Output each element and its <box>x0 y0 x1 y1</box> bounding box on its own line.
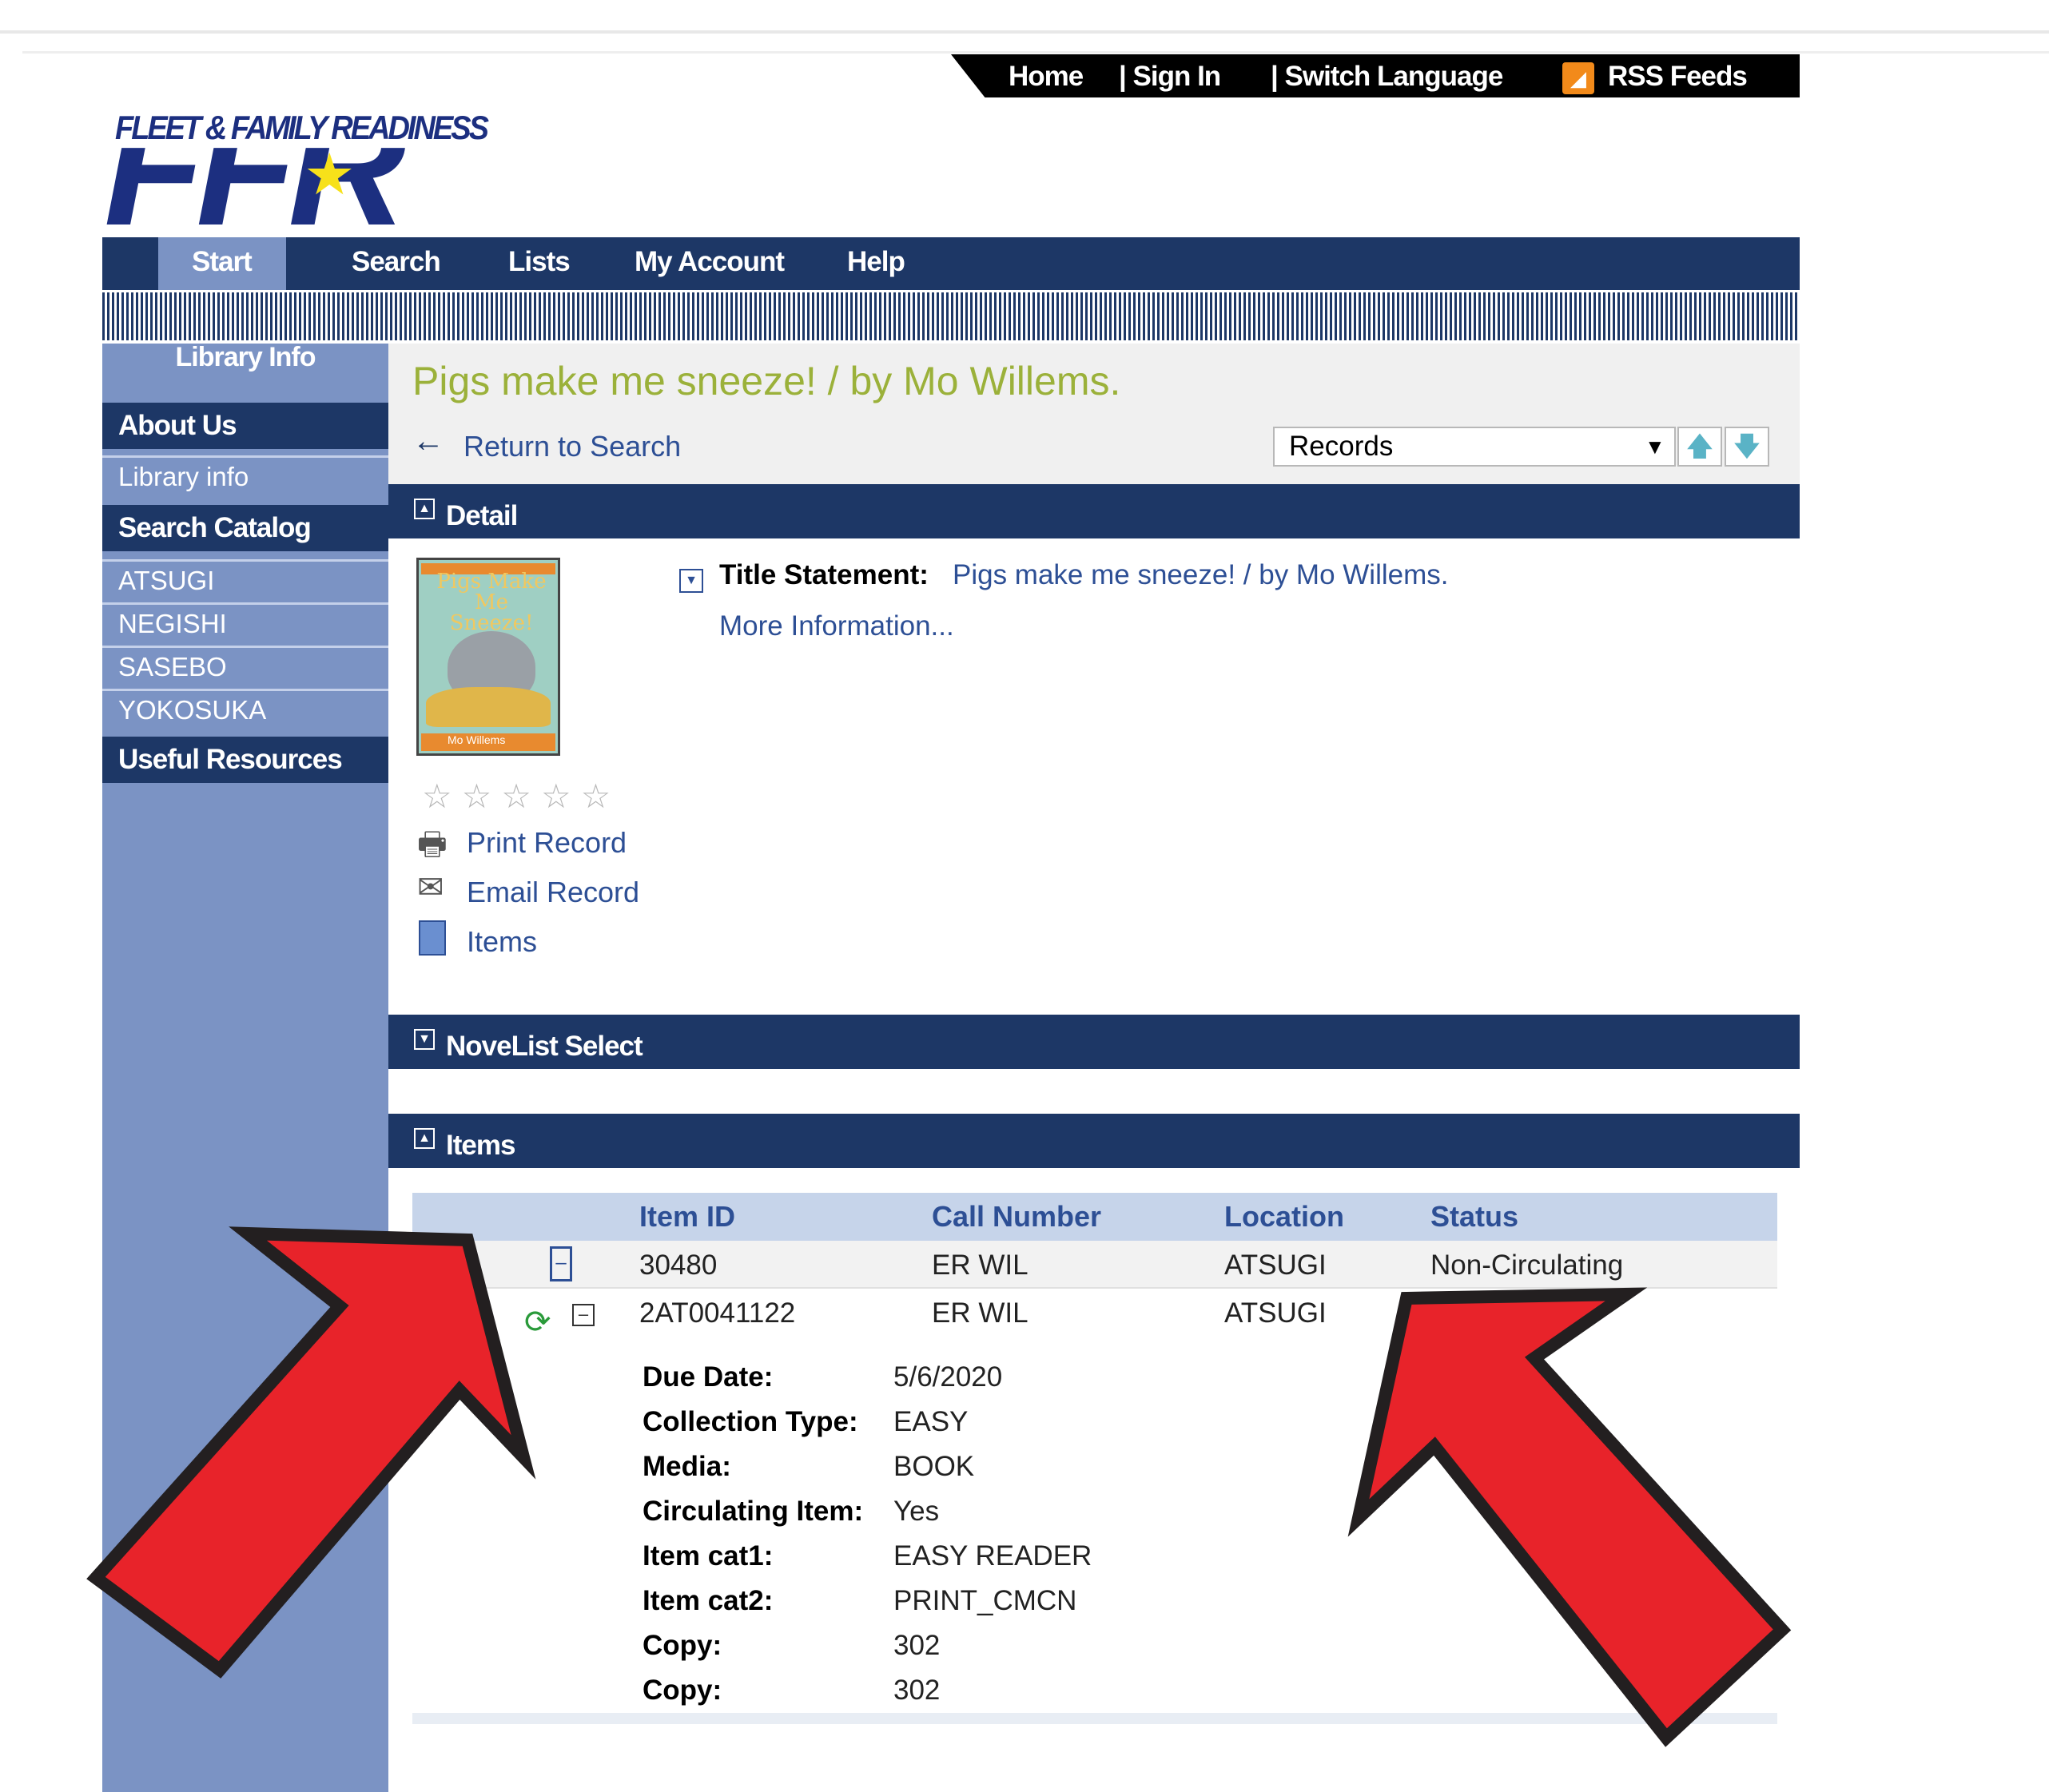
red-arrow-left <box>86 1226 536 1679</box>
annotation-overlay <box>86 1226 1792 1747</box>
red-arrow-right <box>1347 1287 1792 1747</box>
